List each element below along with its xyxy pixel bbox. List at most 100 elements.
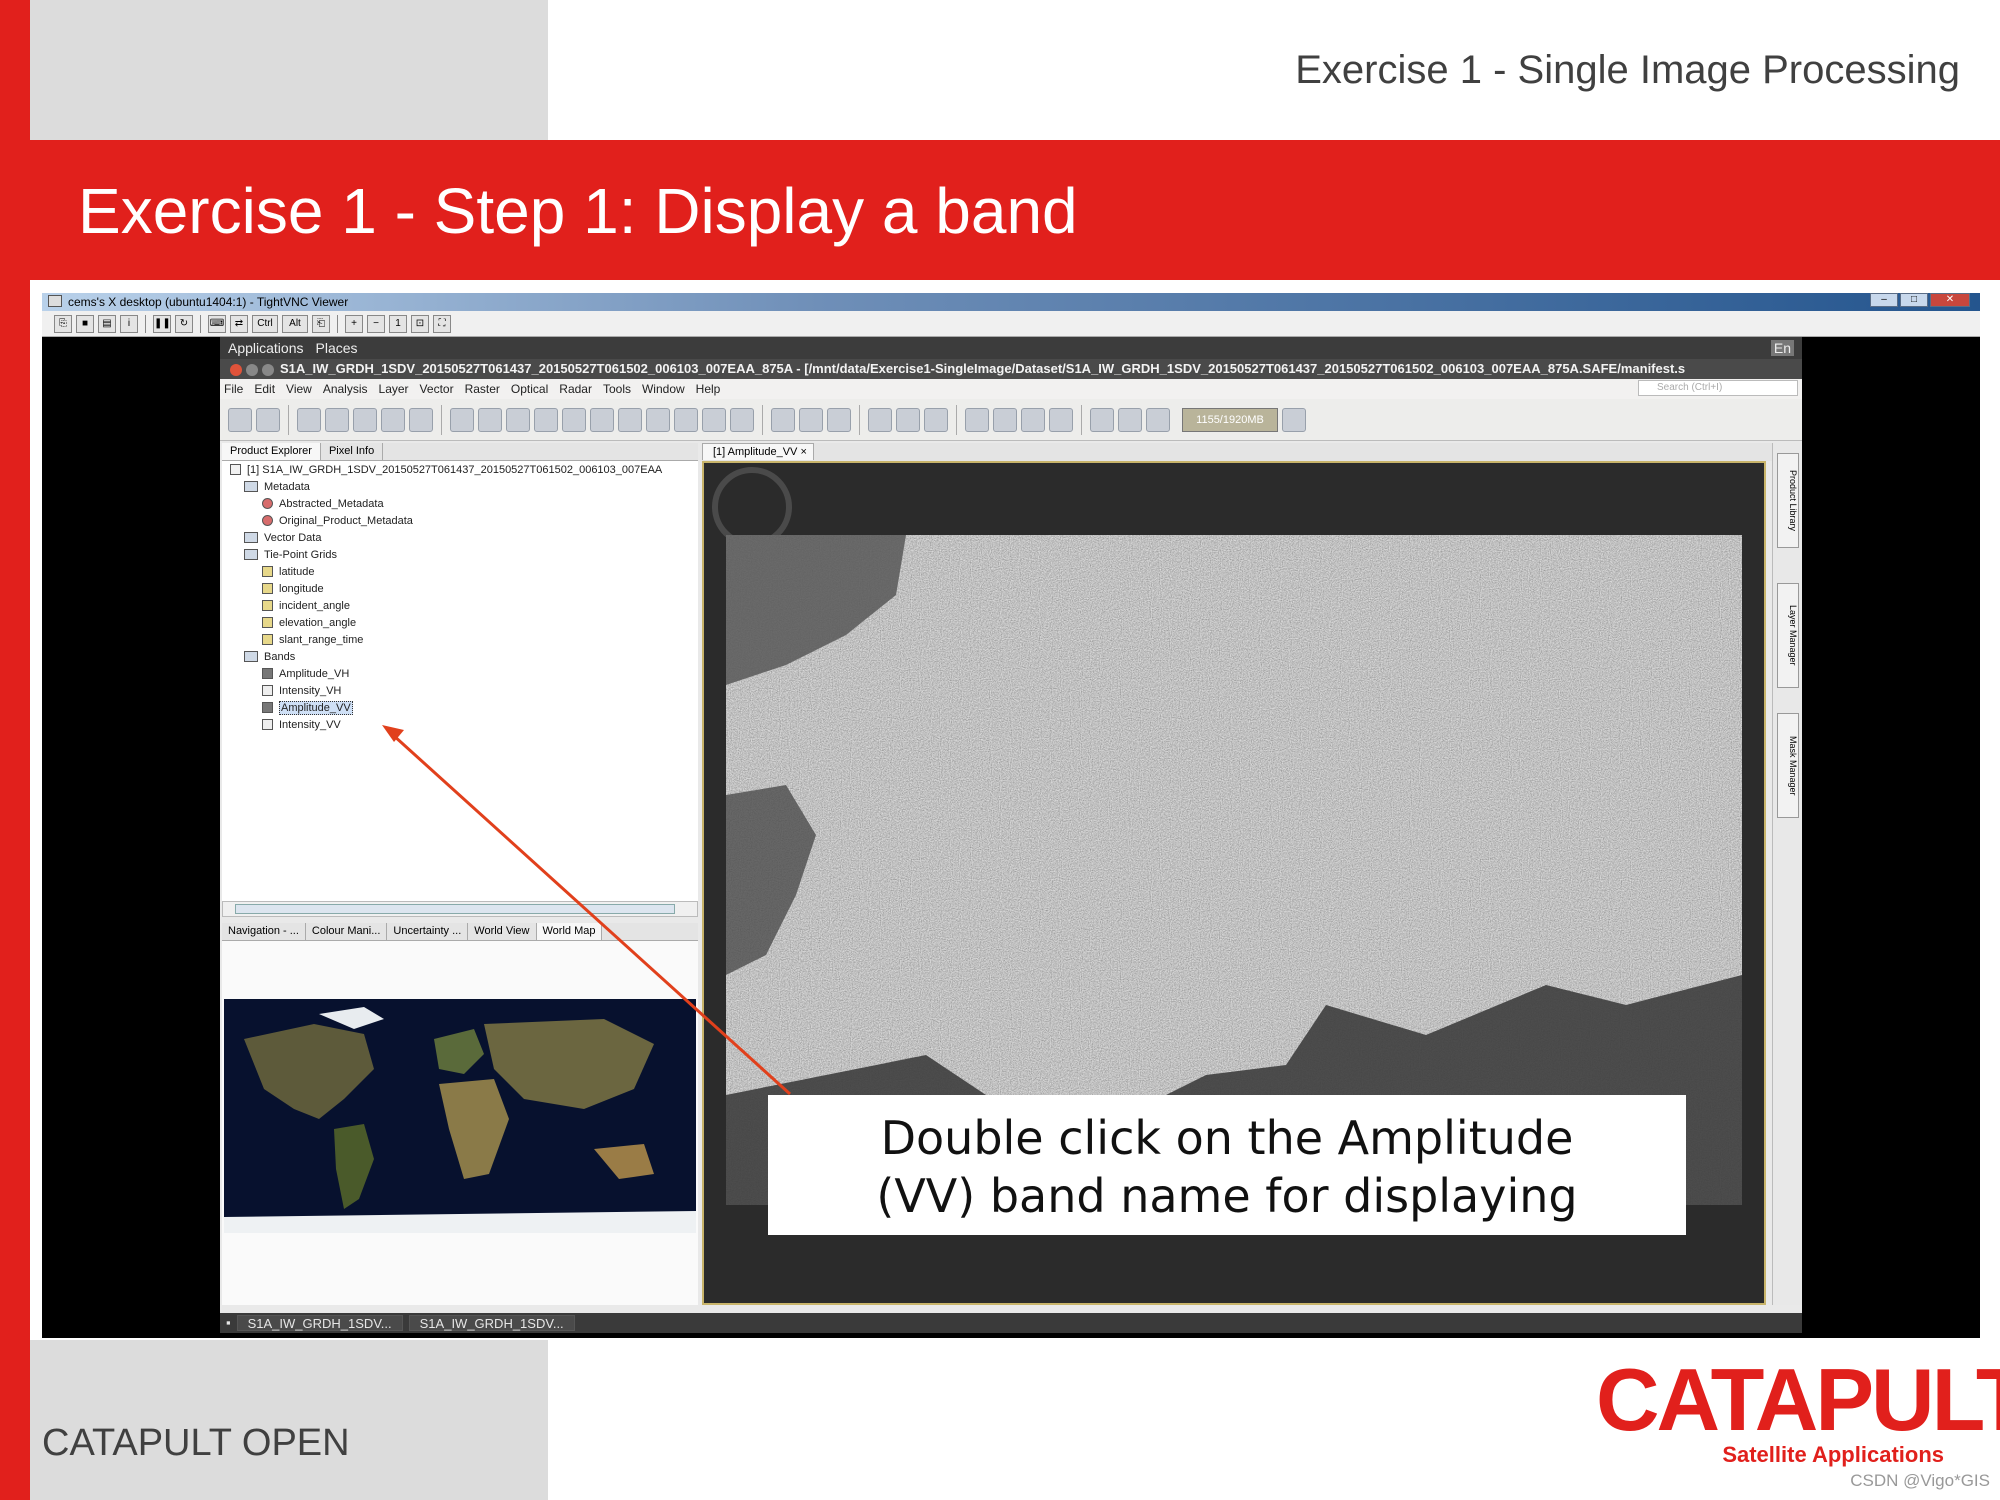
garbage-collect-icon[interactable] (1282, 407, 1306, 432)
tab-colour-manipulation[interactable]: Colour Mani... (306, 923, 388, 940)
memory-indicator[interactable]: 1155/1920MB (1182, 407, 1278, 432)
taskbar-item[interactable]: S1A_IW_GRDH_1SDV... (236, 1315, 403, 1331)
applications-menu[interactable]: Applications (228, 340, 304, 356)
tab-pixel-info[interactable]: Pixel Info (321, 443, 384, 460)
fullscreen-icon[interactable]: ⛶ (433, 314, 451, 333)
range-finder-icon[interactable] (730, 407, 754, 432)
save-product-icon[interactable] (256, 407, 280, 432)
menu-layer[interactable]: Layer (379, 382, 409, 396)
mask-manager-tab[interactable]: Mask Manager (1777, 713, 1799, 818)
pause-icon[interactable]: ❚❚ (153, 314, 171, 333)
search-input[interactable]: Search (Ctrl+I) (1638, 380, 1798, 396)
zoom-fit-icon[interactable]: ⊡ (411, 314, 429, 333)
tree-tpg-item[interactable]: longitude (262, 582, 324, 596)
spectrum-icon[interactable] (381, 407, 405, 432)
close-window-icon[interactable] (230, 364, 242, 376)
refresh-icon[interactable]: ↻ (175, 314, 193, 333)
places-menu[interactable]: Places (316, 340, 358, 356)
pan-tool-icon[interactable] (478, 407, 502, 432)
tab-navigation[interactable]: Navigation - ... (222, 923, 306, 940)
menu-help[interactable]: Help (696, 382, 721, 396)
menu-raster[interactable]: Raster (465, 382, 500, 396)
scrollbar-thumb[interactable] (235, 904, 675, 914)
layer-icon[interactable] (771, 407, 795, 432)
maximize-icon[interactable]: □ (1900, 293, 1928, 307)
clipboard-icon[interactable]: ⎗ (312, 314, 330, 333)
tab-uncertainty[interactable]: Uncertainty ... (387, 923, 469, 940)
menu-optical[interactable]: Optical (511, 382, 548, 396)
tab-world-map[interactable]: World Map (536, 923, 603, 940)
minimize-icon[interactable]: – (1870, 293, 1898, 307)
options-icon[interactable]: ▤ (98, 314, 116, 333)
tree-abstracted-metadata[interactable]: Abstracted_Metadata (262, 497, 384, 511)
tab-product-explorer[interactable]: Product Explorer (222, 443, 321, 460)
close-tab-icon[interactable]: × (800, 446, 806, 458)
tree-band-item[interactable]: Intensity_VV (262, 718, 341, 732)
tree-tie-point-grids[interactable]: Tie-Point Grids (244, 548, 337, 562)
menu-edit[interactable]: Edit (254, 382, 275, 396)
world-view-icon[interactable] (827, 407, 851, 432)
ellipse-tool-icon[interactable] (702, 407, 726, 432)
new-connection-icon[interactable]: ⎘ (54, 314, 72, 333)
tree-metadata[interactable]: Metadata (244, 480, 310, 494)
rectangle-tool-icon[interactable] (646, 407, 670, 432)
zoom-100-icon[interactable]: 1 (389, 314, 407, 333)
info-icon[interactable]: i (120, 314, 138, 333)
tree-tpg-item[interactable]: incident_angle (262, 599, 350, 613)
tile-horizontal-icon[interactable] (965, 407, 989, 432)
tree-tpg-item[interactable]: elevation_angle (262, 616, 356, 630)
tree-tpg-item[interactable]: latitude (262, 565, 314, 579)
send-keys-icon[interactable]: ⌨ (208, 314, 226, 333)
mask-icon[interactable] (799, 407, 823, 432)
menu-window[interactable]: Window (642, 382, 685, 396)
statistics-icon[interactable] (896, 407, 920, 432)
minimize-window-icon[interactable] (246, 364, 258, 376)
tree-band-amplitude-vv[interactable]: Amplitude_VV (262, 701, 353, 715)
menu-radar[interactable]: Radar (559, 382, 592, 396)
alt-key-button[interactable]: Alt (282, 314, 308, 333)
plugins-icon[interactable] (1146, 407, 1170, 432)
histogram-icon[interactable] (868, 407, 892, 432)
layer-manager-tab[interactable]: Layer Manager (1777, 583, 1799, 688)
open-product-icon[interactable] (228, 407, 252, 432)
tile-vertical-icon[interactable] (993, 407, 1017, 432)
tree-vector-data[interactable]: Vector Data (244, 531, 321, 545)
save-icon[interactable]: ■ (76, 314, 94, 333)
batch-processing-icon[interactable] (325, 407, 349, 432)
tree-bands[interactable]: Bands (244, 650, 295, 664)
tree-band-item[interactable]: Amplitude_VH (262, 667, 349, 681)
menu-vector[interactable]: Vector (420, 382, 454, 396)
menu-tools[interactable]: Tools (603, 382, 631, 396)
pixel-info-icon[interactable] (1090, 407, 1114, 432)
polygon-tool-icon[interactable] (674, 407, 698, 432)
tree-original-metadata[interactable]: Original_Product_Metadata (262, 514, 413, 528)
grid-icon[interactable] (353, 407, 377, 432)
close-icon[interactable]: ✕ (1930, 293, 1970, 307)
desktop-icon[interactable]: ▪ (226, 1315, 231, 1331)
tree-product[interactable]: [1] S1A_IW_GRDH_1SDV_20150527T061437_201… (230, 463, 662, 477)
tools-icon[interactable] (1118, 407, 1142, 432)
taskbar-item[interactable]: S1A_IW_GRDH_1SDV... (408, 1315, 575, 1331)
tile-single-icon[interactable] (1049, 407, 1073, 432)
maximize-window-icon[interactable] (262, 364, 274, 376)
zoom-out-icon[interactable]: − (367, 314, 385, 333)
tab-amplitude-vv[interactable]: [1] Amplitude_VV × (702, 443, 814, 460)
tree-band-item[interactable]: Intensity_VH (262, 684, 341, 698)
ctrl-key-button[interactable]: Ctrl (252, 314, 278, 333)
time-series-icon[interactable] (409, 407, 433, 432)
tab-world-view[interactable]: World View (468, 923, 537, 940)
pin-tool-icon[interactable] (534, 407, 558, 432)
line-tool-icon[interactable] (590, 407, 614, 432)
select-tool-icon[interactable] (450, 407, 474, 432)
menu-file[interactable]: File (224, 382, 243, 396)
language-indicator[interactable]: En (1770, 340, 1794, 356)
profile-plot-icon[interactable] (924, 407, 948, 432)
gcp-tool-icon[interactable] (562, 407, 586, 432)
polyline-tool-icon[interactable] (618, 407, 642, 432)
tree-tpg-item[interactable]: slant_range_time (262, 633, 363, 647)
tile-evenly-icon[interactable] (1021, 407, 1045, 432)
product-library-tab[interactable]: Product Library (1777, 453, 1799, 548)
zoom-in-icon[interactable]: + (345, 314, 363, 333)
graph-builder-icon[interactable] (297, 407, 321, 432)
file-transfer-icon[interactable]: ⇄ (230, 314, 248, 333)
